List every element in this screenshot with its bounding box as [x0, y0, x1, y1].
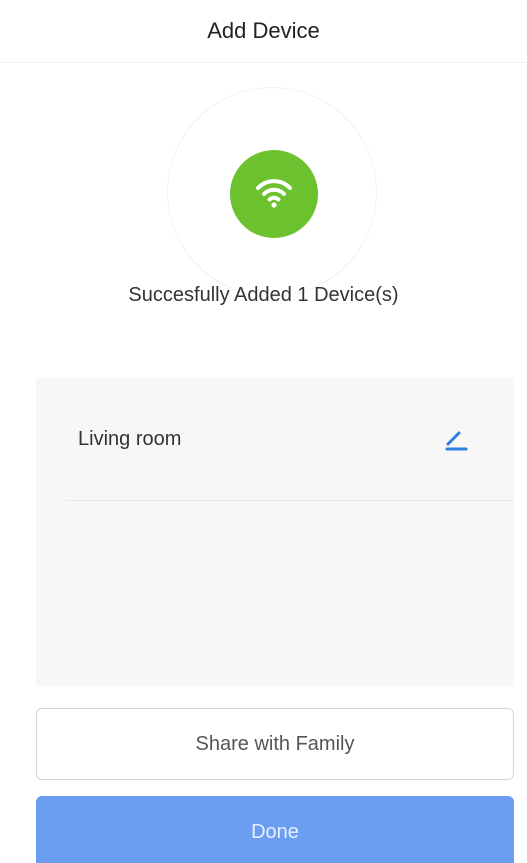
add-device-screen: Add Device Succesfully Added 1 Device(s)… [0, 0, 527, 863]
edit-name-button[interactable] [438, 423, 474, 459]
done-button[interactable]: Done [36, 796, 514, 863]
share-with-family-button[interactable]: Share with Family [36, 708, 514, 780]
device-list: Living room [36, 378, 514, 686]
wifi-icon [254, 175, 294, 214]
pencil-edit-icon [444, 427, 468, 456]
header-bar: Add Device [0, 0, 527, 63]
success-badge [230, 150, 318, 238]
page-title: Add Device [207, 18, 320, 43]
device-name: Living room [78, 428, 182, 450]
device-row[interactable]: Living room [36, 378, 514, 502]
row-divider [66, 500, 514, 501]
success-message: Succesfully Added 1 Device(s) [128, 284, 399, 306]
